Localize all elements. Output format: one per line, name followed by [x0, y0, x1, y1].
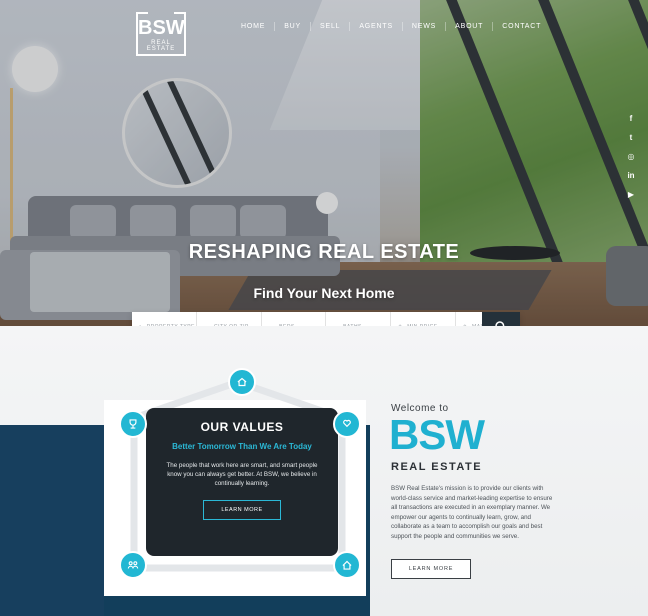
team-icon: [127, 561, 139, 569]
nav-about[interactable]: ABOUT: [446, 22, 494, 31]
social-links: f t ◎ in ▶: [626, 114, 636, 200]
values-tagline: Better Tomorrow Than We Are Today: [172, 442, 312, 451]
nav-home[interactable]: HOME: [232, 22, 276, 31]
linkedin-icon[interactable]: in: [626, 171, 636, 181]
house-badge: [228, 368, 256, 396]
our-values-panel: OUR VALUES Better Tomorrow Than We Are T…: [146, 408, 338, 556]
logo-sub: REAL ESTATE: [146, 40, 176, 52]
nav-news[interactable]: NEWS: [403, 22, 447, 31]
community-badge: [333, 551, 361, 579]
heart-hand-badge: [333, 410, 361, 438]
values-title: OUR VALUES: [200, 420, 284, 434]
hero-subtitle: Find Your Next Home: [253, 285, 395, 301]
nav-buy[interactable]: BUY: [275, 22, 311, 31]
welcome-learn-more-button[interactable]: LEARN MORE: [391, 559, 471, 579]
heart-hand-icon: [343, 419, 351, 428]
mission-statement: BSW Real Estate's mission is to provide …: [391, 485, 553, 540]
nav-agents[interactable]: AGENTS: [350, 22, 403, 31]
twitter-icon[interactable]: t: [626, 133, 636, 143]
hero-title: RESHAPING REAL ESTATE: [188, 241, 460, 263]
logo-main: BSW: [138, 17, 185, 39]
values-learn-more-button[interactable]: LEARN MORE: [203, 500, 281, 520]
team-badge: [119, 551, 147, 579]
brand-logo-sub: REAL ESTATE: [391, 461, 483, 473]
youtube-icon[interactable]: ▶: [626, 190, 636, 200]
site-logo[interactable]: BSW REAL ESTATE: [136, 12, 186, 56]
instagram-icon[interactable]: ◎: [626, 152, 636, 162]
main-nav: HOME BUY SELL AGENTS NEWS ABOUT CONTACT: [232, 22, 550, 31]
values-body: The people that work here are smart, and…: [166, 462, 318, 487]
hero-banner: [0, 0, 648, 326]
facebook-icon[interactable]: f: [626, 114, 636, 124]
house-hand-icon: [237, 377, 247, 387]
nav-sell[interactable]: SELL: [311, 22, 351, 31]
community-house-icon: [342, 560, 352, 570]
trophy-icon: [129, 419, 137, 429]
nav-contact[interactable]: CONTACT: [493, 22, 550, 31]
trophy-badge: [119, 410, 147, 438]
navy-accent-inner: [0, 425, 104, 616]
hero-overlay: [0, 0, 648, 326]
brand-logo-large: BSW: [389, 411, 485, 458]
